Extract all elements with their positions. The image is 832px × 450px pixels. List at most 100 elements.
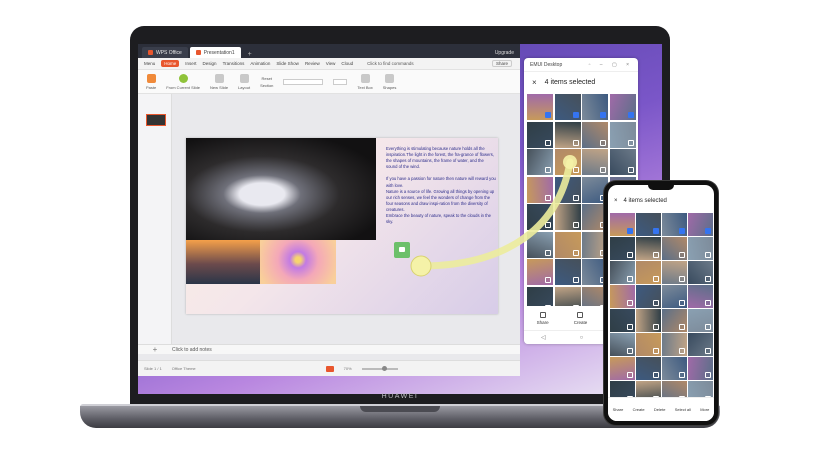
tab-presentation[interactable]: Presentation1 [189, 47, 241, 58]
photo-thumbnail[interactable] [662, 309, 687, 332]
photo-thumbnail[interactable] [554, 121, 581, 148]
select-checkbox-icon[interactable] [627, 348, 633, 354]
select-checkbox-icon[interactable] [627, 139, 634, 146]
photo-thumbnail[interactable] [636, 309, 661, 332]
photo-thumbnail[interactable] [662, 237, 687, 260]
back-icon[interactable]: ◁ [541, 334, 546, 341]
notes-placeholder[interactable]: Click to add notes [172, 347, 212, 353]
from-current-slide-button[interactable]: From Current Slide [166, 73, 200, 90]
photo-thumbnail[interactable] [688, 285, 713, 308]
photo-thumbnail[interactable] [688, 357, 713, 380]
share-action[interactable]: Share [537, 311, 549, 325]
new-tab-button[interactable]: + [243, 51, 257, 58]
select-checkbox-icon[interactable] [627, 252, 633, 258]
photo-thumbnail[interactable] [527, 204, 553, 230]
photo-thumbnail[interactable] [554, 259, 581, 285]
photo-thumbnail[interactable] [688, 309, 713, 332]
select-checkbox-icon[interactable] [572, 139, 579, 146]
photo-thumbnail[interactable] [527, 176, 553, 203]
photo-thumbnail[interactable] [636, 237, 661, 260]
select-checkbox-icon[interactable] [679, 252, 685, 258]
menu-item-design[interactable]: Design [203, 61, 217, 66]
photo-thumbnail[interactable] [609, 121, 636, 148]
tab-wps-office[interactable]: WPS Office [142, 47, 188, 58]
photo-thumbnail[interactable] [554, 149, 581, 175]
photo-thumbnail[interactable] [582, 149, 608, 175]
photo-thumbnail[interactable] [527, 121, 553, 148]
select-checkbox-icon[interactable] [545, 277, 551, 283]
play-slideshow-icon[interactable] [325, 365, 334, 372]
select-checkbox-icon[interactable] [653, 324, 659, 330]
share-action[interactable]: Share [613, 407, 624, 412]
select-checkbox-icon[interactable] [627, 372, 633, 378]
window-controls-icon[interactable]: ▫ – ▢ × [589, 62, 633, 68]
share-button[interactable]: Share [491, 60, 512, 67]
select-checkbox-icon[interactable] [679, 348, 685, 354]
photo-thumbnail[interactable] [582, 121, 608, 148]
select-checkbox-icon[interactable] [653, 276, 659, 282]
photo-thumbnail[interactable] [662, 261, 687, 284]
zoom-knob[interactable] [381, 365, 387, 371]
select-checkbox-icon[interactable] [705, 372, 711, 378]
photo-thumbnail[interactable] [688, 261, 713, 284]
select-checkbox-icon[interactable] [627, 324, 633, 330]
menu-item-slideshow[interactable]: Slide Show [276, 61, 299, 66]
forest-photo[interactable] [186, 138, 376, 240]
select-checkbox-icon[interactable] [653, 228, 659, 234]
menu-item-insert[interactable]: Insert [185, 61, 196, 66]
shapes-button[interactable]: Shapes [383, 73, 396, 90]
photo-thumbnail[interactable] [554, 204, 581, 230]
more-action[interactable]: More [700, 407, 709, 412]
photo-thumbnail[interactable] [610, 309, 635, 332]
menu-item-cloud[interactable]: Cloud [341, 61, 353, 66]
menu-item-home[interactable]: Home [161, 60, 180, 67]
reset-button[interactable]: Reset Section [260, 76, 273, 88]
select-checkbox-icon[interactable] [572, 222, 579, 228]
delete-action[interactable]: Delete [654, 407, 666, 412]
flower-photo[interactable] [260, 240, 336, 284]
select-checkbox-icon[interactable] [627, 300, 633, 306]
select-checkbox-icon[interactable] [572, 277, 579, 283]
slide-text-box[interactable]: Everything is stimulating because nature… [386, 146, 496, 225]
photo-thumbnail[interactable] [609, 149, 636, 175]
photo-thumbnail[interactable] [554, 231, 581, 258]
select-checkbox-icon[interactable] [572, 249, 579, 256]
home-icon[interactable]: ○ [580, 335, 584, 341]
photo-thumbnail[interactable] [610, 261, 635, 284]
zoom-slider[interactable] [361, 365, 398, 371]
photo-thumbnail[interactable] [610, 237, 635, 260]
photo-thumbnail[interactable] [636, 213, 661, 236]
select-checkbox-icon[interactable] [600, 139, 606, 146]
find-commands[interactable]: Click to find commands [367, 61, 414, 66]
select-checkbox-icon[interactable] [705, 324, 711, 330]
select-checkbox-icon[interactable] [653, 300, 659, 306]
create-action[interactable]: Create [633, 407, 645, 412]
photo-thumbnail[interactable] [636, 357, 661, 380]
photo-thumbnail[interactable] [636, 261, 661, 284]
photo-thumbnail[interactable] [688, 237, 713, 260]
select-checkbox-icon[interactable] [600, 167, 606, 173]
select-checkbox-icon[interactable] [705, 348, 711, 354]
photo-thumbnail[interactable] [554, 176, 581, 203]
select-checkbox-icon[interactable] [545, 112, 551, 118]
select-checkbox-icon[interactable] [545, 139, 551, 146]
photo-thumbnail[interactable] [610, 357, 635, 380]
add-slide-button[interactable]: + [138, 345, 172, 354]
select-checkbox-icon[interactable] [627, 228, 633, 234]
select-checkbox-icon[interactable] [627, 276, 633, 282]
photo-thumbnail[interactable] [636, 333, 661, 356]
select-checkbox-icon[interactable] [572, 194, 579, 201]
sunset-photo[interactable] [186, 240, 260, 284]
photo-thumbnail[interactable] [527, 231, 553, 258]
select-checkbox-icon[interactable] [572, 112, 579, 118]
select-checkbox-icon[interactable] [600, 112, 606, 118]
create-action[interactable]: Create [574, 311, 587, 325]
select-checkbox-icon[interactable] [679, 372, 685, 378]
photo-thumbnail[interactable] [609, 94, 636, 120]
photo-thumbnail[interactable] [662, 357, 687, 380]
menu-item-menu[interactable]: Menu [144, 61, 155, 66]
select-checkbox-icon[interactable] [653, 372, 659, 378]
photo-thumbnail[interactable] [554, 94, 581, 120]
layout-button[interactable]: Layout [238, 73, 250, 90]
close-icon[interactable]: × [532, 78, 537, 87]
